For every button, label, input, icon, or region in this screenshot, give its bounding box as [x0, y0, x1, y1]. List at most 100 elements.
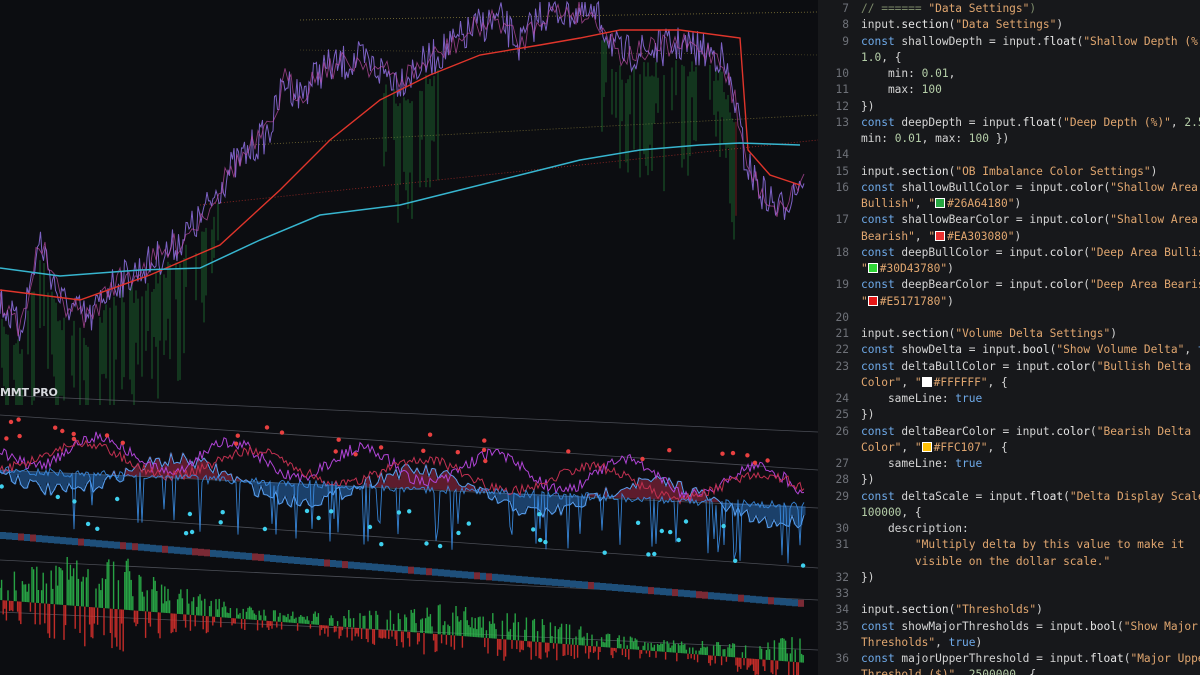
code-line[interactable]: 27 sameLine: true [818, 456, 1200, 472]
pane-separator [0, 394, 818, 433]
code-line[interactable]: 35 const showMajorThresholds = input.bool… [818, 619, 1200, 635]
code-line[interactable]: 33 [818, 586, 1200, 602]
code-line[interactable]: 16 const shallowBullColor = input.color("… [818, 180, 1200, 196]
line-number: 31 [835, 538, 849, 552]
line-number: 20 [835, 310, 849, 324]
signal-dot [189, 529, 195, 535]
code-text: const deltaScale = input.float("Delta Di… [861, 489, 1200, 503]
code-line[interactable]: 28}) [818, 472, 1200, 488]
code-line[interactable]: 30 description: [818, 521, 1200, 537]
state-band-segment [576, 581, 582, 588]
signal-dot [4, 436, 9, 441]
line-number: 30 [835, 522, 849, 535]
state-band-segment [168, 546, 174, 554]
state-band-segment [774, 597, 780, 605]
state-band-segment [294, 557, 300, 564]
code-line[interactable]: " #30D43780") [818, 261, 1200, 277]
signal-dot [538, 537, 543, 543]
state-band-segment [240, 552, 246, 560]
code-line[interactable]: 8 input.section("Data Settings") [818, 17, 1200, 33]
code-line[interactable]: 26 const deltaBearColor = input.color("Be… [818, 424, 1200, 440]
signal-dot [304, 508, 310, 514]
state-band-segment [258, 553, 264, 561]
code-line[interactable]: 12}) [818, 99, 1200, 115]
code-line[interactable]: Thresholds", true) [818, 635, 1200, 651]
line-number: 23 [835, 359, 849, 373]
code-line[interactable]: 34 input.section("Thresholds") [818, 602, 1200, 618]
state-band-segment [264, 554, 270, 562]
code-line[interactable]: 17 const shallowBearColor = input.color("… [818, 212, 1200, 228]
code-line[interactable]: Bearish", " #EA303080") [818, 229, 1200, 245]
signal-dot [427, 432, 433, 437]
state-band-segment [66, 537, 72, 545]
state-band-segment [462, 571, 468, 579]
code-line[interactable]: 11 max: 100 [818, 82, 1200, 98]
state-band-segment [360, 562, 366, 570]
line-number: 12 [835, 99, 849, 113]
signal-dot [730, 450, 736, 456]
line-number: 32 [835, 570, 849, 584]
signal-dot [71, 431, 76, 437]
code-line[interactable]: 18 const deepBullColor = input.color("Dee… [818, 245, 1200, 261]
code-text: min: 0.01, max: 100 }) [861, 132, 1010, 145]
code-line[interactable]: 1.0, { [818, 50, 1200, 66]
code-line[interactable]: 15 input.section("OB Imbalance Color Sett… [818, 164, 1200, 180]
code-line[interactable]: 14 [818, 147, 1200, 163]
code-line[interactable]: 31 "Multiply delta by this value to make… [818, 537, 1200, 553]
signal-dot [120, 440, 126, 445]
code-line[interactable]: 13 const deepDepth = input.float("Deep De… [818, 115, 1200, 131]
code-line[interactable]: 24 sameLine: true [818, 391, 1200, 407]
signal-dot [16, 417, 21, 422]
code-line[interactable]: 7 // ====== "Data Settings") [818, 1, 1200, 17]
code-line[interactable]: 100000, { [818, 505, 1200, 521]
code-line[interactable]: 10 min: 0.01, [818, 66, 1200, 82]
code-line[interactable]: 21 input.section("Volume Delta Settings") [818, 326, 1200, 342]
code-line[interactable]: visible on the dollar scale." [818, 554, 1200, 570]
state-band-segment [714, 592, 720, 600]
code-line[interactable]: Color", " #FFC107", { [818, 440, 1200, 456]
signal-dot [745, 453, 750, 458]
code-line[interactable]: 20 [818, 310, 1200, 326]
code-line[interactable]: Threshold ($)", 2500000, { [818, 667, 1200, 675]
code-line[interactable]: 22 const showDelta = input.bool("Show Vol… [818, 342, 1200, 358]
code-text: " #E5171780") [861, 294, 954, 308]
signal-dot [333, 449, 338, 454]
code-line[interactable]: Bullish", " #26A64180") [818, 196, 1200, 212]
line-number: 35 [835, 619, 849, 633]
price-chart-canvas[interactable] [0, 0, 818, 675]
state-band-segment [210, 549, 216, 557]
state-band-segment [696, 591, 702, 599]
oscillator-line [0, 451, 805, 529]
code-line[interactable]: 29 const deltaScale = input.float("Delta … [818, 489, 1200, 505]
code-line[interactable]: 25}) [818, 407, 1200, 423]
state-band-segment [60, 537, 66, 545]
state-band-segment [228, 551, 234, 559]
state-band-segment [318, 559, 324, 566]
state-band-segment [156, 545, 162, 553]
code-line[interactable]: Color", " #FFFFFF", { [818, 375, 1200, 391]
state-band-segment [792, 599, 798, 607]
line-number: 33 [835, 587, 849, 600]
state-band-segment [486, 573, 492, 581]
state-band-segment [12, 533, 18, 540]
state-band-segment [456, 570, 462, 578]
signal-dot [482, 438, 487, 443]
state-band-segment [270, 555, 276, 562]
signal-dot [721, 523, 726, 529]
code-line[interactable]: " #E5171780") [818, 294, 1200, 310]
code-line[interactable]: 36 const majorUpperThreshold = input.floa… [818, 651, 1200, 667]
state-band-segment [582, 581, 588, 589]
state-band-segment [366, 563, 372, 571]
code-text: "Multiply delta by this value to make it [914, 538, 1185, 552]
code-line[interactable]: 19 const deepBearColor = input.color("Dee… [818, 277, 1200, 293]
signal-dot [537, 512, 542, 517]
state-band-segment [198, 548, 204, 556]
code-line[interactable]: min: 0.01, max: 100 }) [818, 131, 1200, 147]
code-line[interactable]: 32}) [818, 570, 1200, 586]
indicator-label: MMT PRO [0, 386, 58, 399]
code-editor-pane[interactable]: 7 // ====== "Data Settings") 8 input.sectio… [818, 0, 1200, 675]
code-text: const shallowBearColor = input.color("Sh… [861, 213, 1198, 227]
chart-pane[interactable]: MMT PRO [0, 0, 818, 675]
code-line[interactable]: 23 const deltaBullColor = input.color("Bu… [818, 359, 1200, 375]
code-line[interactable]: 9 const shallowDepth = input.float("Shall… [818, 34, 1200, 50]
